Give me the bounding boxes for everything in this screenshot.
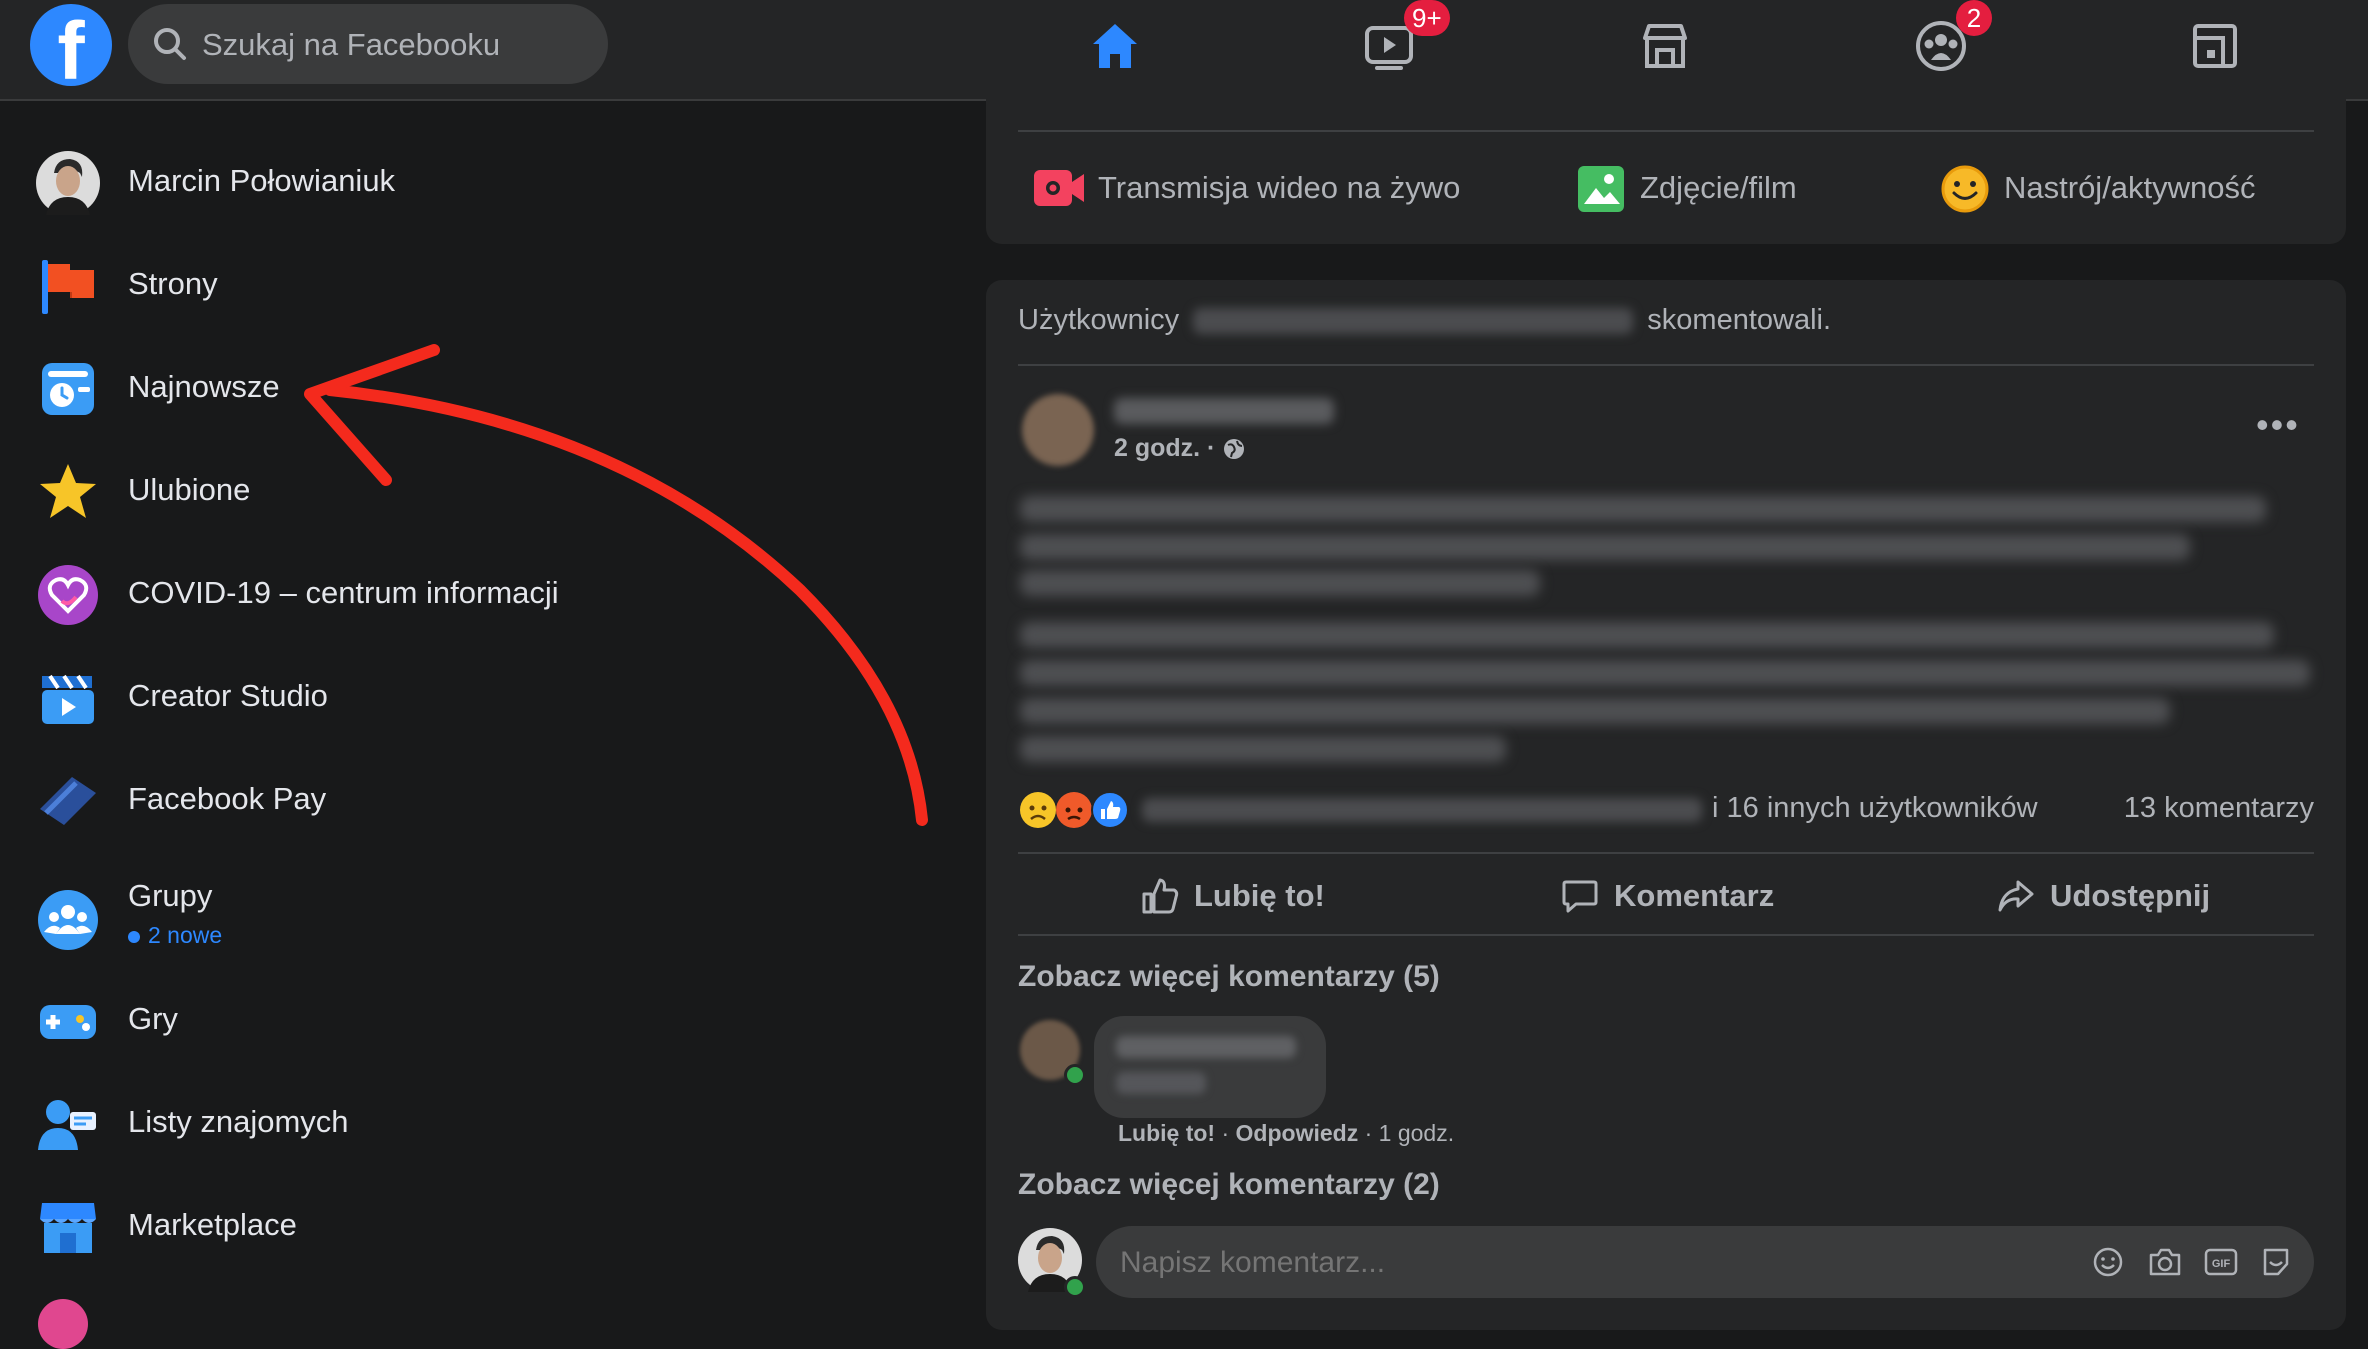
post-author-name[interactable] [1114,398,1334,424]
comment-like-link[interactable]: Lubię to! [1118,1120,1215,1146]
blurred-text [1020,534,2190,560]
blurred-text [1020,496,2266,522]
like-reaction-icon [1091,791,1129,829]
comment-bubble [1094,1016,1326,1118]
view-more-comments-link[interactable]: Zobacz więcej komentarzy (5) [1018,960,1440,994]
online-indicator [1064,1064,1086,1086]
divider [1018,130,2314,132]
smiley-icon [1941,165,1989,213]
photo-icon [1578,166,1624,212]
comment-actions: Lubię to! · Odpowiedz · 1 godz. [1118,1120,1455,1146]
share-icon [1998,880,2034,912]
emoji-icon[interactable] [2092,1246,2124,1278]
comment-button[interactable]: Komentarz [1560,868,1800,924]
blurred-commenter-name [1116,1036,1296,1058]
sticker-icon[interactable] [2260,1246,2292,1278]
live-video-icon [1034,170,1084,206]
photo-video-label: Zdjęcie/film [1640,170,1797,205]
post-meta: 2 godz. · [1114,434,1246,463]
more-options-icon[interactable]: ••• [2256,407,2300,443]
like-button[interactable]: Lubię to! [1140,868,1380,924]
photo-video-button[interactable]: Zdjęcie/film [1576,160,1836,218]
thumbs-up-icon [1142,878,1179,914]
globe-icon [1224,439,1245,460]
like-label: Lubię to! [1194,878,1325,913]
live-video-label: Transmisja wideo na żywo [1098,170,1461,205]
divider [1018,364,2314,366]
camera-icon[interactable] [2148,1246,2182,1278]
comment-input-box[interactable]: GIF [1096,1226,2314,1300]
gif-icon[interactable]: GIF [2204,1246,2238,1278]
post-author-avatar[interactable] [1022,394,1094,466]
comment-icon [1562,880,1598,913]
comment-time: 1 godz. [1378,1120,1455,1146]
blurred-names [1193,308,1634,335]
comment-input[interactable] [1118,1226,2042,1300]
online-indicator [1064,1276,1086,1298]
blurred-text [1020,736,1506,762]
divider [1018,852,2314,854]
feeling-button[interactable]: Nastrój/aktywność [1940,160,2280,218]
blurred-comment-text [1116,1072,1206,1094]
view-more-comments-link-2[interactable]: Zobacz więcej komentarzy (2) [1018,1168,1440,1202]
reaction-icons[interactable] [1018,790,1129,830]
sad-reaction-icon [1020,792,1056,828]
comments-count[interactable]: 13 komentarzy [2124,792,2314,825]
comment-label: Komentarz [1614,878,1775,913]
feeling-label: Nastrój/aktywność [2004,170,2256,205]
header-suffix: skomentowali. [1647,304,1832,336]
blurred-text [1020,660,2310,686]
post-activity-header: Użytkownicy skomentowali. [1018,304,1831,337]
blurred-text [1020,570,1540,596]
blurred-reactor-names [1142,798,1702,822]
post-time[interactable]: 2 godz. · [1114,434,1215,462]
reactions-count[interactable]: i 16 innych użytkowników [1712,792,2038,825]
live-video-button[interactable]: Transmisja wideo na żywo [1032,160,1492,218]
blurred-text [1020,622,2274,648]
blurred-text [1020,698,2170,724]
comment-reply-link[interactable]: Odpowiedz [1236,1120,1359,1146]
svg-text:GIF: GIF [2212,1258,2231,1270]
divider [1018,934,2314,936]
header-prefix: Użytkownicy [1018,304,1180,336]
angry-reaction-icon [1056,792,1092,828]
share-label: Udostępnij [2050,878,2211,913]
share-button[interactable]: Udostępnij [1996,868,2236,924]
